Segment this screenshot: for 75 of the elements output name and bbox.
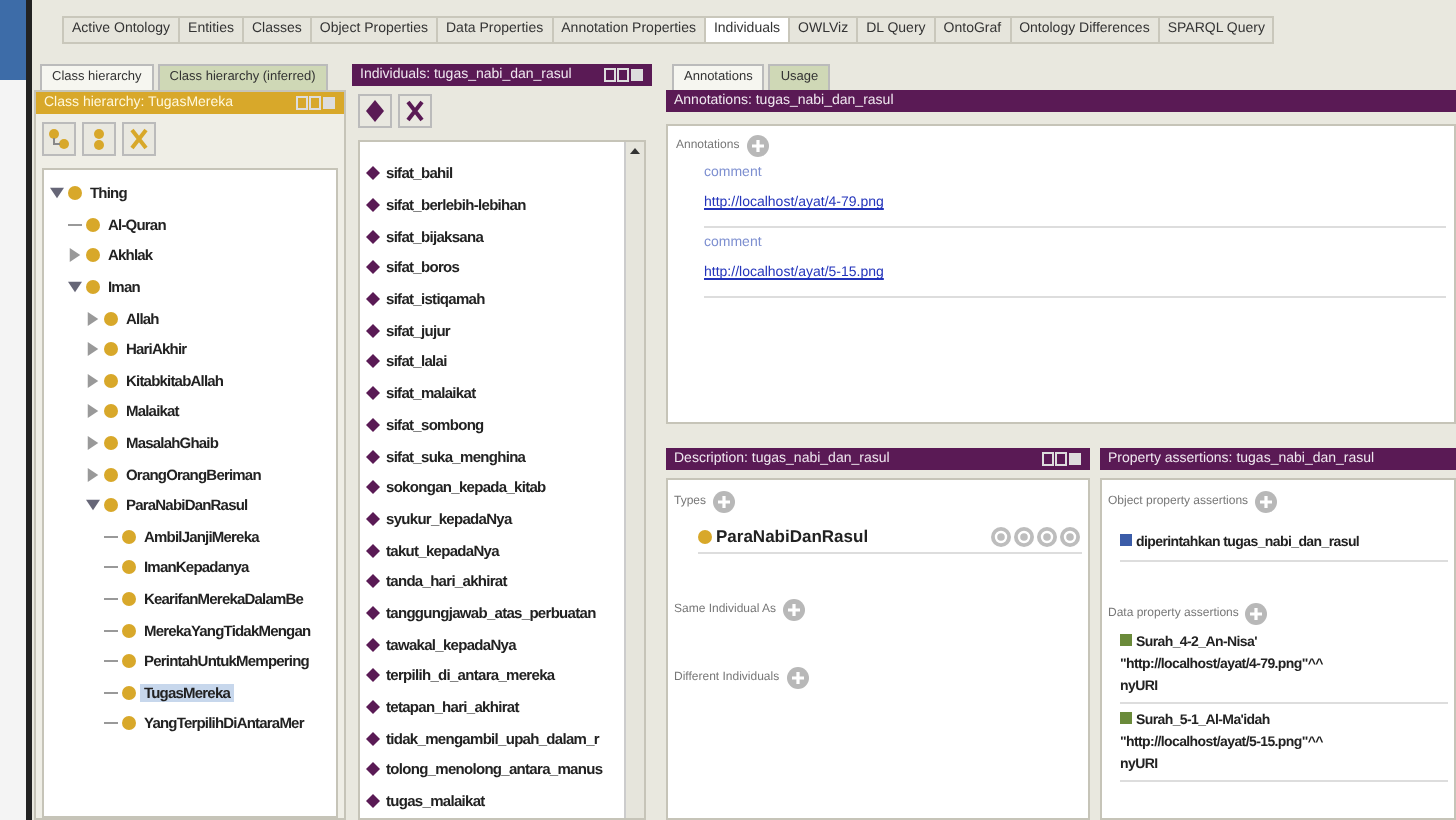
delete-class-button[interactable]: [122, 122, 156, 156]
individual-icon: [366, 292, 380, 307]
individual-icon: [366, 700, 380, 715]
class-icon: [698, 529, 712, 543]
individual-icon: [366, 166, 380, 181]
view-controls-icon[interactable]: [604, 68, 644, 82]
add-individual-button[interactable]: [358, 94, 392, 128]
class-icon: [122, 560, 136, 575]
individual-icon: [366, 731, 380, 746]
class-icon: [122, 716, 136, 731]
add-subclass-icon: [48, 128, 70, 150]
add-button[interactable]: [745, 134, 770, 158]
collapse-arrow-icon[interactable]: [68, 280, 82, 295]
individual-icon: [366, 417, 380, 432]
add-button[interactable]: [712, 490, 737, 514]
expand-arrow-icon[interactable]: [86, 373, 100, 388]
individual-icon: [366, 480, 380, 495]
add-sibling-icon: [88, 128, 110, 150]
diamond-icon: [366, 100, 384, 122]
individual-icon: [366, 323, 380, 338]
delete-icon: [404, 100, 426, 122]
individual-icon: [366, 229, 380, 244]
row-actions-icon[interactable]: [990, 525, 1082, 547]
class-icon: [104, 342, 118, 357]
individual-icon: [366, 354, 380, 369]
class-icon: [122, 592, 136, 607]
individual-icon: [366, 762, 380, 777]
data-property-icon: [1120, 634, 1132, 646]
individual-icon: [366, 198, 380, 213]
class-icon: [104, 467, 118, 482]
delete-icon: [128, 128, 150, 150]
class-icon: [104, 373, 118, 388]
class-icon: [86, 280, 100, 295]
delete-individual-button[interactable]: [398, 94, 432, 128]
expand-arrow-icon[interactable]: [86, 311, 100, 326]
individual-icon: [366, 794, 380, 809]
data-property-icon: [1120, 712, 1132, 724]
class-icon: [122, 529, 136, 544]
add-subclass-button[interactable]: [42, 122, 76, 156]
add-sibling-button[interactable]: [82, 122, 116, 156]
individual-icon: [366, 637, 380, 652]
individual-icon: [366, 605, 380, 620]
expand-arrow-icon[interactable]: [86, 467, 100, 482]
expand-arrow-icon[interactable]: [68, 248, 82, 263]
individual-icon: [366, 386, 380, 401]
add-button[interactable]: [1254, 490, 1279, 514]
scrollbar[interactable]: [624, 142, 644, 818]
type-name: ParaNabiDanRasul: [716, 526, 869, 546]
class-icon: [104, 498, 118, 513]
class-icon: [104, 311, 118, 326]
expand-arrow-icon[interactable]: [86, 404, 100, 419]
expand-arrow-icon[interactable]: [86, 342, 100, 357]
class-icon: [68, 186, 82, 201]
add-button[interactable]: [785, 666, 810, 690]
individual-icon: [366, 574, 380, 589]
individual-icon: [366, 543, 380, 558]
individual-icon: [366, 511, 380, 526]
individual-icon: [366, 449, 380, 464]
collapse-arrow-icon[interactable]: [86, 498, 100, 513]
collapse-arrow-icon[interactable]: [50, 186, 64, 201]
individual-icon: [366, 260, 380, 275]
class-icon: [122, 685, 136, 700]
add-button[interactable]: [782, 598, 807, 622]
class-icon: [104, 436, 118, 451]
object-property-icon: [1120, 534, 1132, 546]
class-icon: [104, 404, 118, 419]
class-icon: [86, 217, 100, 232]
individual-icon: [366, 668, 380, 683]
add-button[interactable]: [1244, 602, 1269, 626]
view-controls-icon[interactable]: [1042, 452, 1082, 466]
class-icon: [122, 623, 136, 638]
expand-arrow-icon[interactable]: [86, 436, 100, 451]
class-icon: [122, 654, 136, 669]
class-icon: [86, 248, 100, 263]
window-edge: [0, 0, 26, 80]
